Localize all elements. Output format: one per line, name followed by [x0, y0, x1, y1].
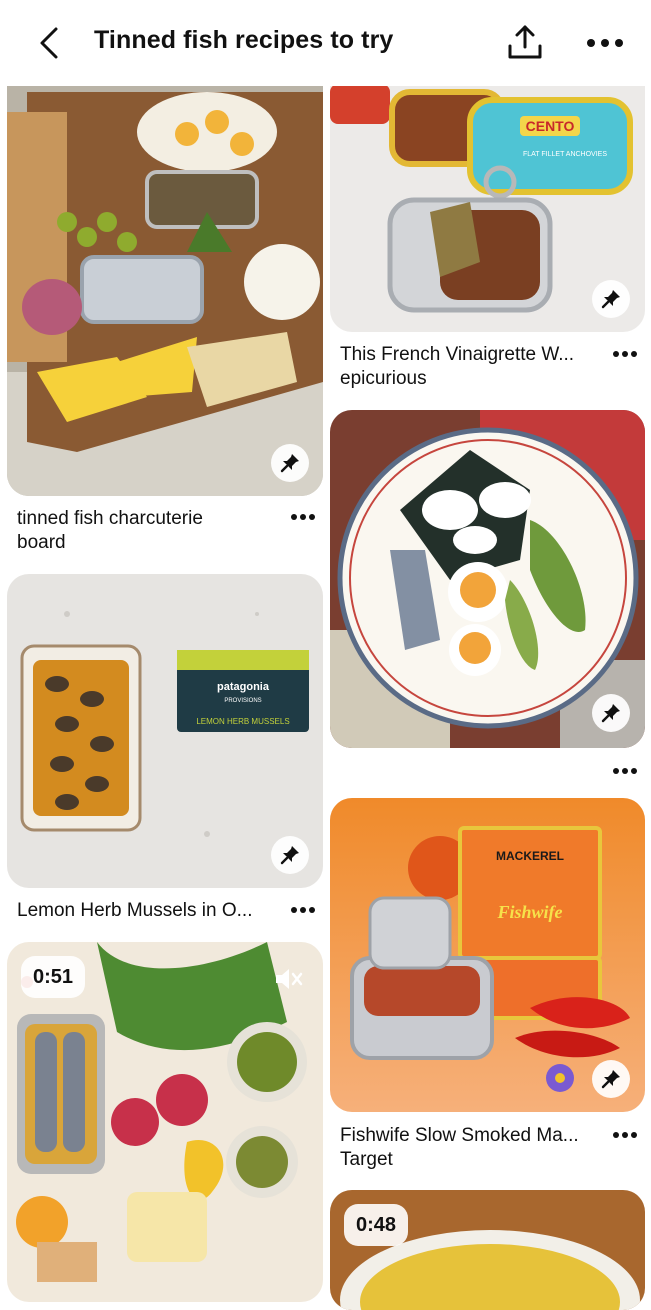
- product-brand: Fishwife: [496, 902, 562, 922]
- pin-anchovies[interactable]: CENTO FLAT FILLET ANCHOVIES: [330, 72, 645, 332]
- board-title: Tinned fish recipes to try: [94, 26, 394, 54]
- pin-charcuterie-board[interactable]: [7, 72, 323, 496]
- pushpin-icon: [601, 704, 620, 723]
- pin-sardine-board-video[interactable]: 0:51: [7, 942, 323, 1302]
- product-label: MACKEREL: [496, 849, 564, 863]
- save-pin-button[interactable]: [271, 836, 309, 874]
- product-name: FLAT FILLET ANCHOVIES: [523, 151, 607, 158]
- pushpin-icon: [280, 846, 299, 865]
- pin-title-continued: board: [17, 532, 66, 553]
- save-pin-button[interactable]: [592, 694, 630, 732]
- save-pin-button[interactable]: [592, 1060, 630, 1098]
- more-horizontal-icon[interactable]: [290, 906, 316, 914]
- more-horizontal-icon[interactable]: [586, 36, 624, 50]
- pin-caption[interactable]: tinned fish charcuterie board: [17, 507, 287, 555]
- pin-caption[interactable]: This French Vinaigrette W... epicurious: [340, 343, 608, 391]
- product-brand: CENTO: [526, 118, 575, 134]
- pushpin-icon: [601, 1070, 620, 1089]
- more-horizontal-icon[interactable]: [612, 767, 638, 775]
- pin-title: tinned fish charcuterie: [17, 508, 203, 529]
- pushpin-icon: [280, 454, 299, 473]
- product-subbrand: PROVISIONS: [224, 698, 261, 704]
- video-duration-badge: 0:48: [344, 1204, 409, 1246]
- video-duration-badge: 0:51: [21, 956, 86, 998]
- more-horizontal-icon[interactable]: [290, 513, 316, 521]
- sardine-plate-image: [330, 410, 645, 748]
- pin-title: This French Vinaigrette W...: [340, 344, 575, 365]
- chevron-left-icon[interactable]: [36, 26, 66, 60]
- pin-source: Target: [340, 1149, 393, 1170]
- share-upload-icon[interactable]: [506, 24, 544, 60]
- pin-title: Fishwife Slow Smoked Ma...: [340, 1125, 579, 1146]
- save-pin-button[interactable]: [271, 444, 309, 482]
- pin-sardine-plate[interactable]: [330, 410, 645, 748]
- pin-soup-video[interactable]: 0:48: [330, 1190, 645, 1310]
- pin-caption[interactable]: Fishwife Slow Smoked Ma... Target: [340, 1124, 608, 1172]
- pin-source: epicurious: [340, 368, 427, 389]
- top-bar: Tinned fish recipes to try: [0, 0, 651, 86]
- more-horizontal-icon[interactable]: [612, 350, 638, 358]
- save-pin-button[interactable]: [592, 280, 630, 318]
- product-name: LEMON HERB MUSSELS: [196, 717, 289, 726]
- product-brand: patagonia: [217, 681, 270, 693]
- pin-fishwife-mackerel[interactable]: MACKEREL Fishwife: [330, 798, 645, 1112]
- pin-caption[interactable]: Lemon Herb Mussels in O...: [17, 899, 285, 923]
- pin-lemon-herb-mussels[interactable]: patagonia PROVISIONS LEMON HERB MUSSELS: [7, 574, 323, 888]
- charcuterie-image: [7, 72, 323, 496]
- pushpin-icon: [601, 290, 620, 309]
- more-horizontal-icon[interactable]: [612, 1131, 638, 1139]
- pin-title: Lemon Herb Mussels in O...: [17, 900, 253, 921]
- mute-icon[interactable]: [273, 966, 303, 992]
